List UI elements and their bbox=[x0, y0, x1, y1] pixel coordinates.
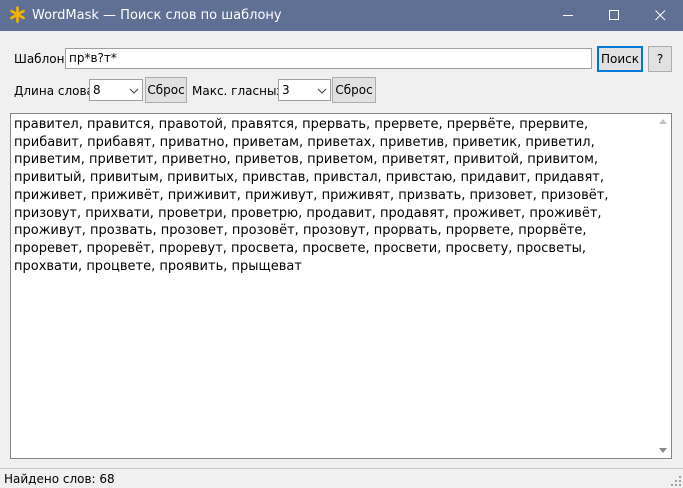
vertical-scrollbar[interactable] bbox=[655, 114, 671, 458]
main-window: WordMask — Поиск слов по шаблону Шаблон:… bbox=[0, 0, 683, 488]
vowels-reset-button[interactable]: Сброс bbox=[332, 77, 376, 103]
length-label: Длина слова: bbox=[14, 84, 98, 98]
status-bar: Найдено слов: 68 bbox=[0, 468, 683, 488]
pattern-input[interactable]: пр*в?т* bbox=[65, 48, 592, 69]
maximize-button[interactable] bbox=[591, 0, 637, 31]
results-text[interactable]: правител, правится, правотой, правятся, … bbox=[14, 116, 654, 275]
scroll-down-arrow-icon[interactable] bbox=[659, 448, 667, 453]
maximize-icon bbox=[609, 10, 619, 20]
pattern-label: Шаблон: bbox=[14, 52, 69, 66]
help-button[interactable]: ? bbox=[648, 46, 672, 72]
close-button[interactable] bbox=[637, 0, 683, 31]
vowels-label: Макс. гласных: bbox=[192, 84, 288, 98]
length-reset-button[interactable]: Сброс bbox=[145, 77, 187, 103]
length-select[interactable]: 8 bbox=[89, 79, 143, 101]
resize-grip-icon[interactable] bbox=[671, 476, 681, 486]
window-title: WordMask — Поиск слов по шаблону bbox=[32, 8, 282, 23]
close-icon bbox=[655, 10, 666, 21]
search-button[interactable]: Поиск bbox=[597, 46, 643, 72]
chevron-down-icon bbox=[129, 88, 139, 94]
title-bar[interactable]: WordMask — Поиск слов по шаблону bbox=[0, 0, 683, 31]
vowels-select-value: 3 bbox=[282, 83, 290, 97]
minimize-icon bbox=[563, 15, 573, 16]
length-select-value: 8 bbox=[93, 83, 101, 97]
scroll-up-arrow-icon[interactable] bbox=[659, 119, 667, 124]
asterisk-star-icon bbox=[10, 6, 25, 23]
results-textarea[interactable]: правител, правится, правотой, правятся, … bbox=[10, 113, 672, 459]
chevron-down-icon bbox=[317, 88, 327, 94]
vowels-select[interactable]: 3 bbox=[278, 79, 331, 101]
found-count-text: Найдено слов: 68 bbox=[4, 472, 115, 486]
minimize-button[interactable] bbox=[545, 0, 591, 31]
